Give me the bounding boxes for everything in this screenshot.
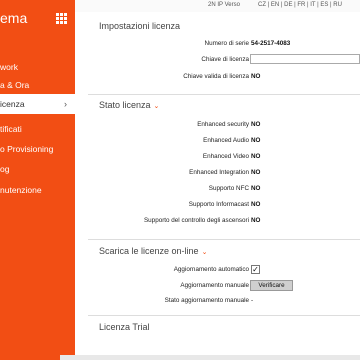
sidebar-item-network[interactable]: work	[0, 57, 75, 77]
checkmark-icon: ✓	[252, 265, 259, 274]
language-switcher[interactable]: CZ | EN | DE | FR | IT | ES | RU	[258, 2, 342, 8]
sidebar-item-log[interactable]: og	[0, 159, 75, 179]
verify-button[interactable]: Verificare	[250, 280, 293, 291]
sidebar-item-label: work	[0, 62, 18, 72]
chevron-down-icon: ⌄	[201, 249, 208, 256]
sidebar-item-date-time[interactable]: a & Ora	[0, 75, 75, 95]
status-label: Supporto del controllo degli ascensori	[143, 217, 249, 224]
bottom-strip	[0, 355, 360, 360]
status-label: Enhanced security	[197, 121, 249, 128]
section-title-stato[interactable]: Stato licenza ⌄	[99, 100, 159, 110]
auto-update-checkbox[interactable]: ✓	[251, 265, 260, 274]
divider	[88, 239, 360, 240]
sidebar-item-label: tificati	[0, 124, 22, 134]
divider	[88, 94, 360, 95]
chevron-down-icon: ⌄	[153, 103, 160, 110]
serial-value: 54-2517-4083	[251, 40, 291, 47]
top-bar: 2N IP Verso CZ | EN | DE | FR | IT | ES …	[75, 0, 360, 12]
sidebar-item-certificati[interactable]: tificati	[0, 119, 75, 139]
divider	[88, 315, 360, 316]
sidebar: ema work a & Ora icenza › tificati o Pro…	[0, 0, 75, 355]
sidebar-item-label: og	[0, 164, 10, 174]
sidebar-item-label: a & Ora	[0, 80, 30, 90]
serial-label: Numero di serie	[204, 40, 249, 47]
chevron-right-icon: ›	[64, 99, 67, 109]
manual-state-label: Stato aggiornamento manuale	[164, 297, 249, 304]
status-value: NO	[251, 153, 261, 160]
status-value: NO	[251, 201, 261, 208]
sidebar-item-manutenzione[interactable]: nutenzione	[0, 180, 75, 200]
status-label: Enhanced Video	[202, 153, 249, 160]
section-title-scarica[interactable]: Scarica le licenze on-line ⌄	[99, 246, 207, 256]
section-title-impostazioni: Impostazioni licenza	[99, 21, 181, 31]
sidebar-item-label: icenza	[0, 99, 25, 109]
status-value: NO	[251, 137, 261, 144]
status-label: Enhanced Integration	[189, 169, 249, 176]
manual-state-value: -	[251, 297, 254, 304]
sidebar-item-label: o Provisioning	[0, 144, 54, 154]
auto-update-label: Aggiornamento automatico	[173, 266, 249, 273]
status-label: Supporto NFC	[208, 185, 249, 192]
valid-key-value: NO	[251, 73, 261, 80]
section-title-trial[interactable]: Licenza Trial	[99, 322, 150, 332]
product-version: 2N IP Verso	[208, 2, 240, 8]
sidebar-item-label: nutenzione	[0, 185, 42, 195]
sidebar-item-provisioning[interactable]: o Provisioning	[0, 139, 75, 159]
main-content: Impostazioni licenza Numero di serie 54-…	[75, 12, 360, 355]
manual-update-label: Aggiornamento manuale	[180, 282, 249, 289]
sidebar-item-licenza[interactable]: icenza ›	[0, 94, 75, 114]
app-title: ema	[0, 10, 28, 26]
apps-grid-icon[interactable]	[56, 13, 67, 24]
status-value: NO	[251, 217, 261, 224]
status-label: Supporto Informacast	[188, 201, 249, 208]
status-value: NO	[251, 169, 261, 176]
status-value: NO	[251, 185, 261, 192]
valid-key-label: Chiave valida di licenza	[183, 73, 249, 80]
bottom-accent	[0, 355, 60, 360]
status-value: NO	[251, 121, 261, 128]
license-key-label: Chiave di licenza	[201, 56, 249, 63]
license-key-input[interactable]	[250, 54, 360, 64]
status-label: Enhanced Audio	[203, 137, 249, 144]
